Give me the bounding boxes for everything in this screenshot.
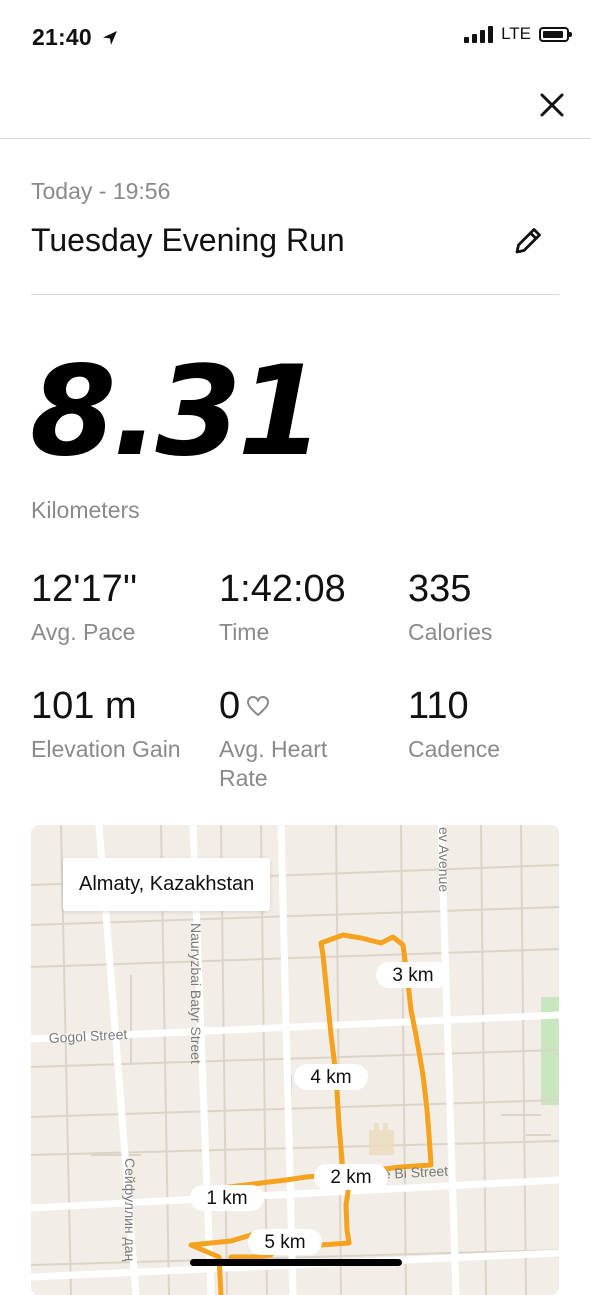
km-marker-text: 4 km [310, 1067, 351, 1088]
stat-time: 1:42:08 Time [219, 570, 399, 647]
top-bar [0, 72, 591, 139]
km-marker-text: 3 km [392, 965, 433, 986]
close-icon[interactable] [537, 90, 567, 120]
stat-elevation-gain: 101 m Elevation Gain [31, 687, 181, 764]
stat-value: 335 [408, 568, 472, 610]
stat-value: 1:42:08 [219, 568, 346, 610]
header-divider [31, 294, 559, 295]
km-marker-text: 5 km [264, 1232, 305, 1253]
stat-label: Elevation Gain [31, 736, 181, 762]
km-marker-4: 4 km [294, 1064, 368, 1090]
activity-title: Tuesday Evening Run [31, 222, 345, 258]
stat-cadence: 110 Cadence [408, 687, 588, 764]
km-marker-text: 2 km [330, 1167, 371, 1188]
stat-value: 0 [219, 685, 241, 727]
location-arrow-icon [103, 31, 118, 45]
battery-icon [539, 26, 572, 42]
stat-heart-rate: 0 Avg. Heart Rate [219, 687, 369, 793]
status-time-text: 21:40 [32, 24, 92, 50]
stat-value: 12'17'' [31, 568, 138, 610]
stat-value: 101 m [31, 685, 137, 727]
stat-calories: 335 Calories [408, 570, 588, 647]
street-label-nauryzbai: Nauryzbai Batyr Street [188, 923, 204, 1064]
route-map[interactable]: Gogol Street Nauryzbai Batyr Street ev A… [31, 825, 559, 1295]
heart-icon [247, 695, 270, 717]
km-marker-2: 2 km [314, 1164, 388, 1190]
stat-value-row: 0 [219, 687, 369, 725]
stat-avg-pace: 12'17'' Avg. Pace [31, 570, 211, 647]
map-location-label: Almaty, Kazakhstan [63, 858, 271, 911]
km-marker-3: 3 km [376, 962, 450, 988]
status-indicators: LTE [464, 24, 572, 44]
edit-pencil-icon[interactable] [509, 222, 547, 260]
stat-label: Avg. Pace [31, 619, 136, 645]
km-marker-1: 1 km [190, 1185, 264, 1211]
stat-label: Cadence [408, 736, 501, 762]
stat-label: Time [219, 619, 270, 645]
home-indicator[interactable] [190, 1259, 402, 1266]
km-marker-text: 1 km [206, 1188, 247, 1209]
network-type: LTE [501, 24, 531, 43]
distance-value: 8.31 [30, 340, 324, 484]
distance-unit: Kilometers [31, 497, 140, 523]
km-marker-5: 5 km [248, 1229, 322, 1255]
street-label-avenue: ev Avenue [436, 827, 452, 892]
cellular-signal-icon [464, 25, 494, 43]
stat-label: Calories [408, 619, 493, 645]
stat-label: Avg. Heart Rate [219, 736, 328, 791]
stat-value: 110 [408, 685, 469, 727]
status-bar: 21:40 LTE [0, 0, 591, 72]
status-time: 21:40 [32, 24, 118, 51]
street-label-bottom: e Bi Street [382, 1163, 448, 1182]
activity-date: Today - 19:56 [31, 178, 171, 204]
street-label-seifullin: Сейфуллин даң [122, 1158, 138, 1262]
